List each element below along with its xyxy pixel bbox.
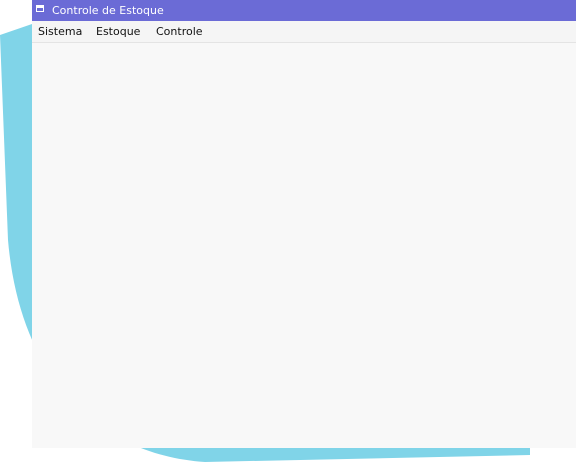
- menu-sistema[interactable]: Sistema: [36, 21, 84, 42]
- window-title: Controle de Estoque: [52, 4, 164, 17]
- app-window: Controle de Estoque Sistema Estoque Cont…: [32, 0, 576, 448]
- title-bar[interactable]: Controle de Estoque: [32, 0, 576, 21]
- menu-bar: Sistema Estoque Controle: [32, 21, 576, 43]
- screenshot-stage: Controle de Estoque Sistema Estoque Cont…: [0, 0, 576, 466]
- menu-estoque[interactable]: Estoque: [94, 21, 142, 42]
- app-window-icon[interactable]: [36, 5, 44, 12]
- client-area: [32, 43, 576, 448]
- menu-controle[interactable]: Controle: [154, 21, 205, 42]
